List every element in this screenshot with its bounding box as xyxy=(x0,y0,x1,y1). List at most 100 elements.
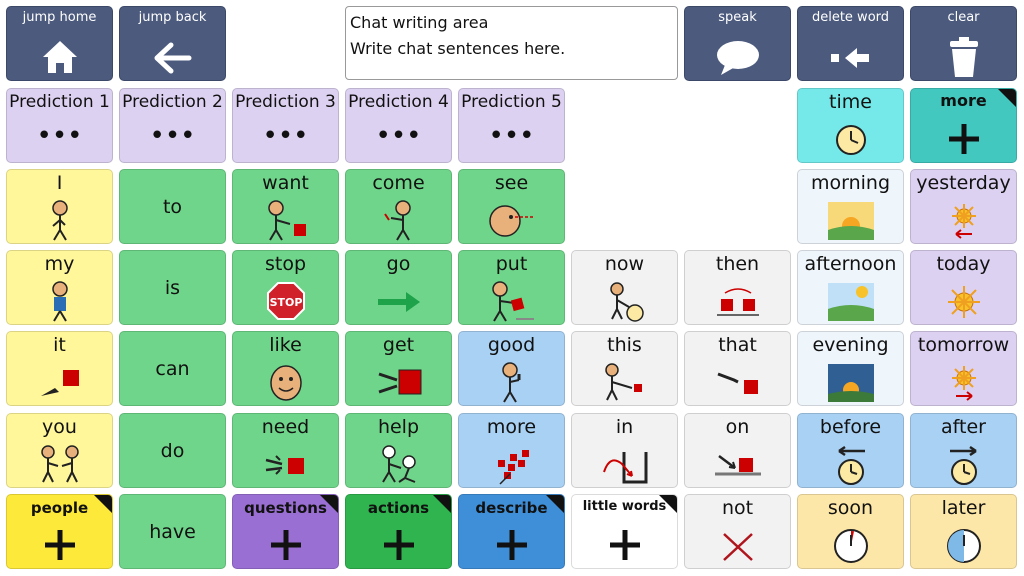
word-label: do xyxy=(160,439,185,462)
put-icon xyxy=(491,281,534,322)
word-to[interactable]: to xyxy=(119,169,226,244)
word-good[interactable]: good xyxy=(458,331,565,406)
word-can[interactable]: can xyxy=(119,331,226,406)
actions-folder[interactable]: actions xyxy=(345,494,452,569)
you-icon xyxy=(40,445,79,483)
word-go[interactable]: go xyxy=(345,250,452,325)
word-stop[interactable]: stop STOP xyxy=(232,250,339,325)
speech-bubble-icon xyxy=(716,41,759,75)
word-label: now xyxy=(604,253,645,275)
word-want[interactable]: want xyxy=(232,169,339,244)
clear-button[interactable]: clear xyxy=(910,6,1017,81)
prediction-2[interactable]: Prediction 2 ••• xyxy=(119,88,226,163)
word-label: like xyxy=(269,334,302,356)
word-evening[interactable]: evening xyxy=(797,331,904,406)
word-label: want xyxy=(262,172,309,194)
word-label: little words xyxy=(582,499,667,514)
word-see[interactable]: see xyxy=(458,169,565,244)
time-button[interactable]: time xyxy=(797,88,904,163)
word-today[interactable]: today xyxy=(910,250,1017,325)
word-soon[interactable]: soon xyxy=(797,494,904,569)
word-have[interactable]: have xyxy=(119,494,226,569)
see-icon xyxy=(488,205,535,237)
word-get[interactable]: get xyxy=(345,331,452,406)
chat-line-1: Chat writing area xyxy=(350,13,489,32)
word-label: after xyxy=(941,416,986,438)
word-label: afternoon xyxy=(804,253,897,275)
word-not[interactable]: not xyxy=(684,494,791,569)
prediction-4[interactable]: Prediction 4 ••• xyxy=(345,88,452,163)
word-put[interactable]: put xyxy=(458,250,565,325)
word-yesterday[interactable]: yesterday xyxy=(910,169,1017,244)
little-words-folder[interactable]: little words xyxy=(571,494,678,569)
plus-icon xyxy=(948,124,979,154)
chat-writing-area[interactable]: Chat writing area Write chat sentences h… xyxy=(345,6,678,80)
person-my-icon xyxy=(51,281,68,322)
afternoon-icon xyxy=(827,283,874,321)
word-later[interactable]: later xyxy=(910,494,1017,569)
word-it[interactable]: it xyxy=(6,331,113,406)
plus-icon xyxy=(44,530,75,560)
word-label: more xyxy=(486,416,537,438)
word-i[interactable]: I xyxy=(6,169,113,244)
speak-label: speak xyxy=(718,10,757,25)
word-you[interactable]: you xyxy=(6,413,113,488)
prediction-5[interactable]: Prediction 5 ••• xyxy=(458,88,565,163)
prediction-label: Prediction 2 xyxy=(122,92,223,112)
word-is[interactable]: is xyxy=(119,250,226,325)
word-need[interactable]: need xyxy=(232,413,339,488)
word-now[interactable]: now xyxy=(571,250,678,325)
more-folder[interactable]: more xyxy=(910,88,1017,163)
word-label: to xyxy=(162,195,183,218)
word-label: in xyxy=(615,416,634,438)
word-like[interactable]: like xyxy=(232,331,339,406)
word-label: this xyxy=(607,334,642,356)
word-before[interactable]: before xyxy=(797,413,904,488)
prediction-label: Prediction 5 xyxy=(461,92,562,112)
word-label: stop xyxy=(264,253,307,275)
prediction-1[interactable]: Prediction 1 ••• xyxy=(6,88,113,163)
prediction-label: Prediction 1 xyxy=(9,92,110,112)
word-morning[interactable]: morning xyxy=(797,169,904,244)
word-label: actions xyxy=(367,499,430,517)
word-on[interactable]: on xyxy=(684,413,791,488)
word-label: good xyxy=(487,334,536,356)
word-help[interactable]: help xyxy=(345,413,452,488)
word-after[interactable]: after xyxy=(910,413,1017,488)
word-that[interactable]: that xyxy=(684,331,791,406)
people-folder[interactable]: people xyxy=(6,494,113,569)
prediction-ellipsis: ••• xyxy=(149,121,196,151)
tomorrow-sun-icon xyxy=(951,366,976,401)
word-label: go xyxy=(386,253,411,275)
jump-back-button[interactable]: jump back xyxy=(119,6,226,81)
word-this[interactable]: this xyxy=(571,331,678,406)
word-afternoon[interactable]: afternoon xyxy=(797,250,904,325)
speak-button[interactable]: speak xyxy=(684,6,791,81)
delete-word-button[interactable]: delete word xyxy=(797,6,904,81)
word-label: have xyxy=(149,520,196,543)
word-in[interactable]: in xyxy=(571,413,678,488)
word-do[interactable]: do xyxy=(119,413,226,488)
that-icon xyxy=(716,372,758,394)
then-icon xyxy=(716,288,759,316)
before-clock-icon xyxy=(837,445,865,485)
word-more[interactable]: more xyxy=(458,413,565,488)
today-sun-icon xyxy=(947,286,980,318)
word-tomorrow[interactable]: tomorrow xyxy=(910,331,1017,406)
word-then[interactable]: then xyxy=(684,250,791,325)
word-label: come xyxy=(372,172,425,194)
prediction-3[interactable]: Prediction 3 ••• xyxy=(232,88,339,163)
stop-sign-text: STOP xyxy=(269,296,302,309)
plus-icon xyxy=(383,530,414,560)
questions-folder[interactable]: questions xyxy=(232,494,339,569)
yesterday-sun-icon xyxy=(951,204,976,239)
jump-home-button[interactable]: jump home xyxy=(6,6,113,81)
word-label: put xyxy=(495,253,528,275)
good-icon xyxy=(501,362,520,403)
word-come[interactable]: come xyxy=(345,169,452,244)
word-label: questions xyxy=(244,499,327,517)
word-label: my xyxy=(44,253,75,275)
describe-folder[interactable]: describe xyxy=(458,494,565,569)
point-it-icon xyxy=(40,370,79,396)
word-my[interactable]: my xyxy=(6,250,113,325)
